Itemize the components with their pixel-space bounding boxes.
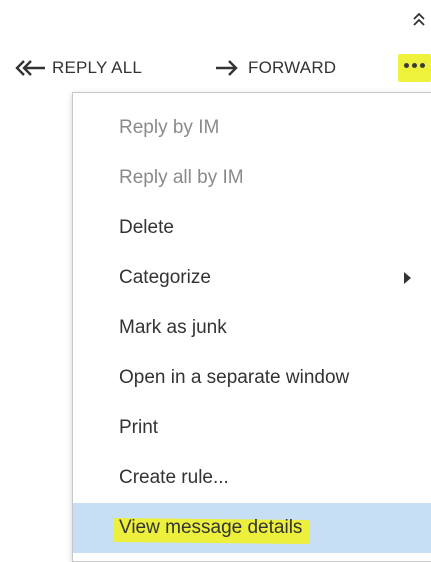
menu-item-reply-by-im[interactable]: Reply by IM <box>73 103 431 153</box>
menu-item-print[interactable]: Print <box>73 403 431 453</box>
reply-all-button[interactable]: REPLY ALL <box>14 52 142 84</box>
collapse-button[interactable] <box>408 8 430 30</box>
more-actions-menu: Reply by IM Reply all by IM Delete Categ… <box>72 92 431 562</box>
forward-button[interactable]: FORWARD <box>214 52 336 84</box>
more-ellipsis-icon <box>404 62 425 68</box>
menu-item-label: Reply by IM <box>119 117 220 138</box>
menu-item-reply-all-by-im[interactable]: Reply all by IM <box>73 153 431 203</box>
menu-item-label: Create rule... <box>119 467 229 488</box>
more-actions-button[interactable] <box>398 54 431 82</box>
menu-item-label: Reply all by IM <box>119 167 244 188</box>
menu-item-create-rule[interactable]: Create rule... <box>73 453 431 503</box>
arrow-right-icon <box>216 60 238 76</box>
menu-item-delete[interactable]: Delete <box>73 203 431 253</box>
message-toolbar: REPLY ALL FORWARD <box>0 52 431 84</box>
forward-label: FORWARD <box>248 58 337 77</box>
menu-item-categorize[interactable]: Categorize <box>73 253 431 303</box>
menu-item-label: Open in a separate window <box>119 367 350 388</box>
menu-item-label: Mark as junk <box>119 317 227 338</box>
menu-item-label: Categorize <box>119 267 211 288</box>
menu-item-label: View message details <box>119 517 303 538</box>
menu-item-mark-as-junk[interactable]: Mark as junk <box>73 303 431 353</box>
reply-all-label: REPLY ALL <box>52 58 143 77</box>
menu-item-label: Print <box>119 417 159 438</box>
menu-item-view-message-details[interactable]: View message details <box>73 503 431 553</box>
double-arrow-left-icon <box>15 60 45 76</box>
double-chevron-up-icon <box>413 12 425 26</box>
caret-right-icon <box>404 272 411 284</box>
highlight-mark: View message details <box>119 517 302 539</box>
menu-item-label: Delete <box>119 217 174 238</box>
menu-item-open-separate-window[interactable]: Open in a separate window <box>73 353 431 403</box>
